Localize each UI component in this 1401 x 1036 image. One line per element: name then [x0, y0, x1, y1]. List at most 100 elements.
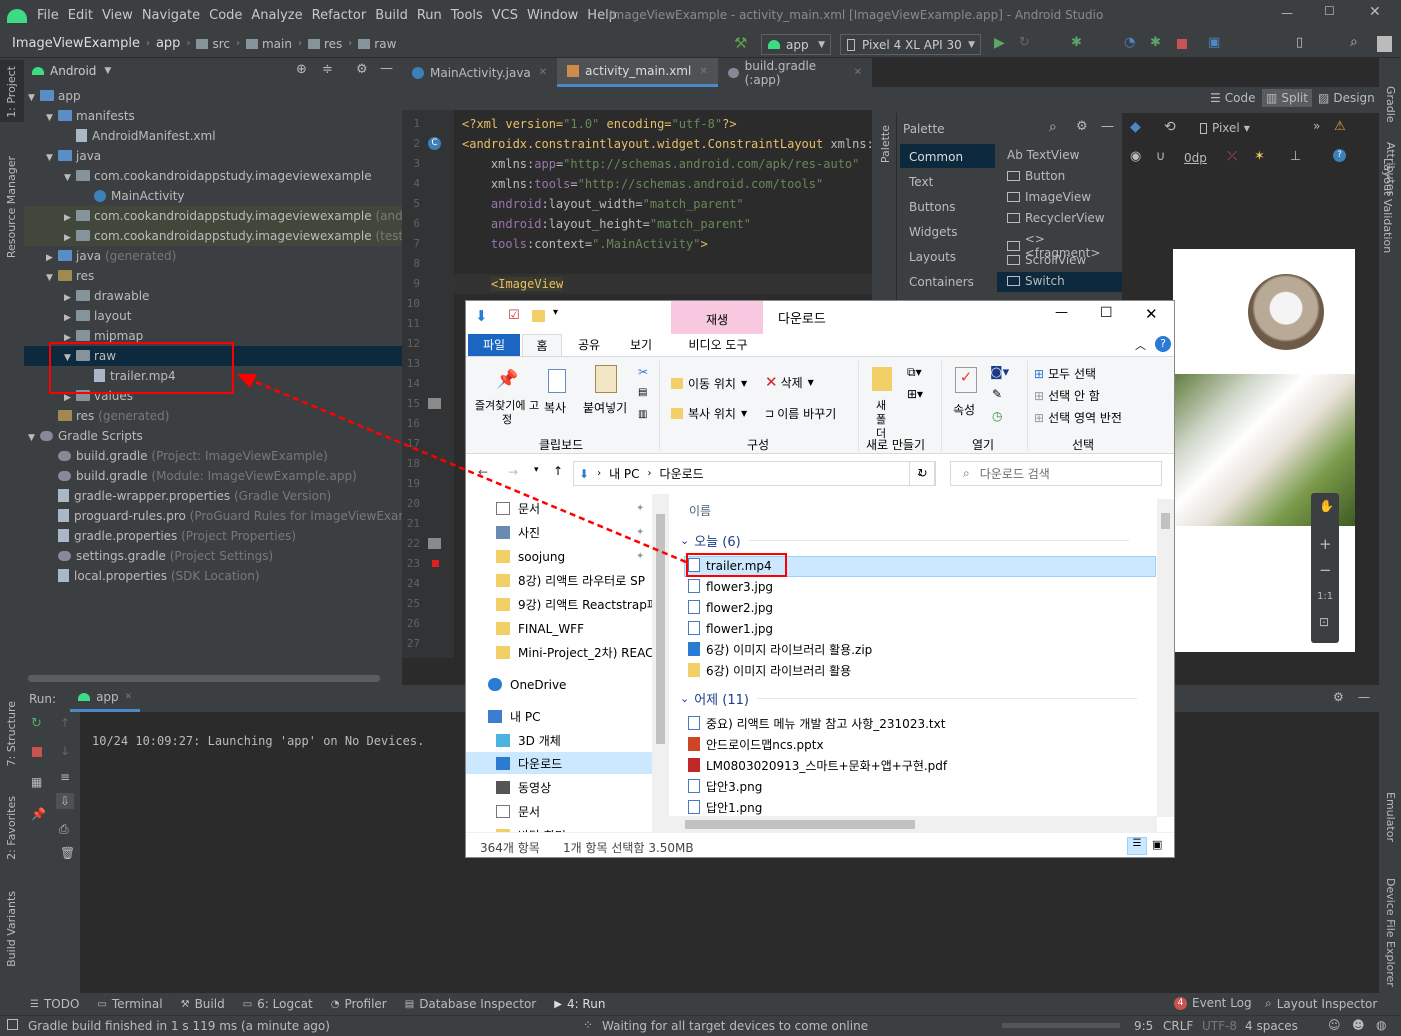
tab-activity-main[interactable]: activity_main.xml ✕ [557, 58, 718, 87]
palette-category[interactable]: Widgets [909, 225, 958, 239]
menu-file[interactable]: File [37, 8, 59, 23]
down-icon[interactable]: ↓ [60, 744, 70, 758]
nav-item[interactable]: 사진 ✦ [496, 522, 644, 544]
collapse-all-icon[interactable]: ≑ [322, 62, 333, 77]
tree-item[interactable]: ▼ app [28, 86, 81, 106]
avd-manager-icon[interactable]: ▯ [1296, 35, 1303, 50]
debug-icon[interactable]: ✱ [1071, 35, 1082, 50]
copy-path-icon[interactable]: ▤ [638, 387, 647, 398]
up-icon[interactable]: ↑ [553, 464, 563, 478]
palette-widget[interactable]: Switch [1007, 274, 1065, 288]
gear-icon[interactable]: ⚙ [1333, 690, 1344, 704]
tree-item[interactable]: MainActivity [82, 186, 185, 206]
profile-icon[interactable]: ◔ [1124, 35, 1135, 50]
tab-gradle[interactable]: Gradle [1384, 86, 1397, 123]
palette-category[interactable]: Containers [909, 275, 974, 289]
palette-category[interactable]: Buttons [909, 200, 955, 214]
file-item[interactable]: LM0803020913_스마트+문화+앱+구현.pdf [688, 756, 947, 777]
guidelines-icon[interactable]: ⊥ [1290, 149, 1301, 164]
stop-icon[interactable] [32, 747, 42, 757]
infer-constraints-icon[interactable]: ✶ [1254, 149, 1265, 164]
project-view-select[interactable]: Android ▼ [32, 64, 111, 78]
run-tab-app[interactable]: app ✕ [70, 685, 141, 712]
breadcrumb-item[interactable]: app [156, 36, 180, 51]
magnet-icon[interactable]: ∪ [1156, 149, 1166, 164]
tab-build-variants[interactable]: Build Variants [5, 891, 18, 967]
tab-layout-validation-label[interactable]: Layout Validation [1381, 158, 1394, 253]
tree-item[interactable]: gradle.properties (Project Properties) [46, 526, 296, 546]
tree-item[interactable]: ▼ manifests [46, 106, 135, 126]
close-icon[interactable]: ✕ [539, 67, 547, 78]
bottom-tool-2[interactable]: ⚒ Build [181, 997, 225, 1011]
indent-setting[interactable]: 4 spaces [1245, 1019, 1298, 1033]
tab-favorites[interactable]: 2: Favorites [5, 796, 18, 860]
palette-category[interactable]: Common [909, 150, 963, 164]
select-all-button[interactable]: ⊞ 모두 선택 [1034, 365, 1096, 382]
tree-item[interactable]: local.properties (SDK Location) [46, 566, 260, 586]
chevron-down-icon[interactable]: ▼ [28, 428, 40, 448]
recent-chevron-icon[interactable]: ▾ [534, 465, 539, 475]
tab-resource-manager[interactable]: Resource Manager [5, 156, 18, 258]
target-icon[interactable]: ⊕ [296, 62, 307, 77]
group-today[interactable]: ⌄ 오늘 (6) [680, 531, 1129, 550]
tree-item[interactable]: build.gradle (Project: ImageViewExample) [46, 446, 328, 466]
properties-quick-icon[interactable]: ☑ [508, 308, 520, 323]
copy-to-button[interactable]: 복사 위치 ▼ [671, 405, 747, 422]
tab-structure[interactable]: 7: Structure [5, 701, 18, 766]
file-scrollbar[interactable] [1157, 499, 1174, 817]
chevron-down-icon[interactable]: ▼ [46, 268, 58, 288]
layout-icon[interactable]: ▦ [31, 775, 42, 789]
tree-item[interactable]: ▶ com.cookandroidappstudy.imageviewexampl… [64, 226, 408, 246]
nav-item[interactable]: OneDrive [488, 674, 566, 696]
nav-item[interactable]: 3D 개체 [496, 730, 561, 752]
palette-widget[interactable]: RecyclerView [1007, 211, 1105, 225]
tree-item[interactable]: build.gradle (Module: ImageViewExample.a… [46, 466, 357, 486]
hide-icon[interactable]: — [1358, 690, 1370, 704]
menu-code[interactable]: Code [209, 8, 242, 23]
nav-item[interactable]: 바탕 화면 [496, 825, 566, 832]
zoom-fit-icon[interactable]: ⊡ [1319, 615, 1329, 629]
copy-button[interactable]: 복사 [544, 399, 566, 416]
print-icon[interactable]: ⎙ [59, 822, 69, 837]
gear-icon[interactable]: ⚙ [1076, 119, 1088, 134]
address-bar[interactable]: ⬇ › 내 PC › 다운로드 ⌄ [573, 461, 935, 486]
history-icon[interactable]: ◷ [992, 409, 1002, 423]
nav-item[interactable]: 동영상 [496, 777, 551, 799]
tree-item[interactable]: ▶ drawable [64, 286, 149, 306]
chevron-down-icon[interactable]: ▼ [64, 168, 76, 188]
bottom-tool-3[interactable]: ▭ 6: Logcat [243, 997, 313, 1011]
tab-view[interactable]: 보기 [620, 334, 662, 356]
nav-item[interactable]: 문서 ✦ [496, 498, 644, 520]
chevron-down-icon[interactable]: ▼ [46, 108, 58, 128]
tree-item[interactable]: ▶ com.cookandroidappstudy.imageviewexampl… [64, 206, 438, 226]
tree-item[interactable]: ▼ Gradle Scripts [28, 426, 143, 446]
properties-button[interactable]: 속성 [953, 401, 975, 418]
address-segment[interactable]: 다운로드 [660, 465, 704, 482]
tab-file[interactable]: 파일 [468, 334, 520, 356]
device-select[interactable]: Pixel 4 XL API 30 ▼ [840, 34, 981, 55]
tab-device-file-explorer[interactable]: Device File Explorer [1384, 878, 1397, 987]
layers-icon[interactable]: ◆ [1130, 119, 1141, 135]
tree-item[interactable]: ▶ layout [64, 306, 131, 326]
chevron-right-icon[interactable]: ▶ [64, 308, 76, 328]
palette-widget[interactable]: Button [1007, 169, 1065, 183]
tree-item[interactable]: ▼ com.cookandroidappstudy.imageviewexampl… [64, 166, 372, 186]
help-icon[interactable]: ? [1155, 336, 1171, 352]
nav-item[interactable]: 9강) 리액트 Reactstrap피 [496, 594, 658, 616]
menu-vcs[interactable]: VCS [492, 8, 518, 23]
bottom-tool-1[interactable]: ▭ Terminal [97, 997, 162, 1011]
search-icon[interactable]: ⌕ [1049, 119, 1057, 135]
move-to-button[interactable]: 이동 위치 ▼ [671, 375, 747, 392]
zoom-in-icon[interactable]: + [1319, 535, 1332, 553]
file-item[interactable]: 6강) 이미지 라이브러리 활용 [688, 661, 851, 682]
new-folder-quick-icon[interactable] [532, 310, 545, 322]
status-progress-text[interactable]: Waiting for all target devices to come o… [602, 1019, 868, 1033]
tab-video-tools[interactable]: 비디오 도구 [673, 334, 763, 356]
file-item[interactable]: 답안1.png [688, 798, 762, 819]
up-icon[interactable]: ↑ [60, 716, 70, 730]
file-item[interactable]: flower3.jpg [688, 577, 773, 598]
trash-icon[interactable]: 🗑 [60, 846, 75, 860]
menu-window[interactable]: Window [527, 8, 578, 23]
file-item[interactable]: flower1.jpg [688, 619, 773, 640]
delete-button[interactable]: ✕ 삭제 ▼ [765, 373, 814, 391]
